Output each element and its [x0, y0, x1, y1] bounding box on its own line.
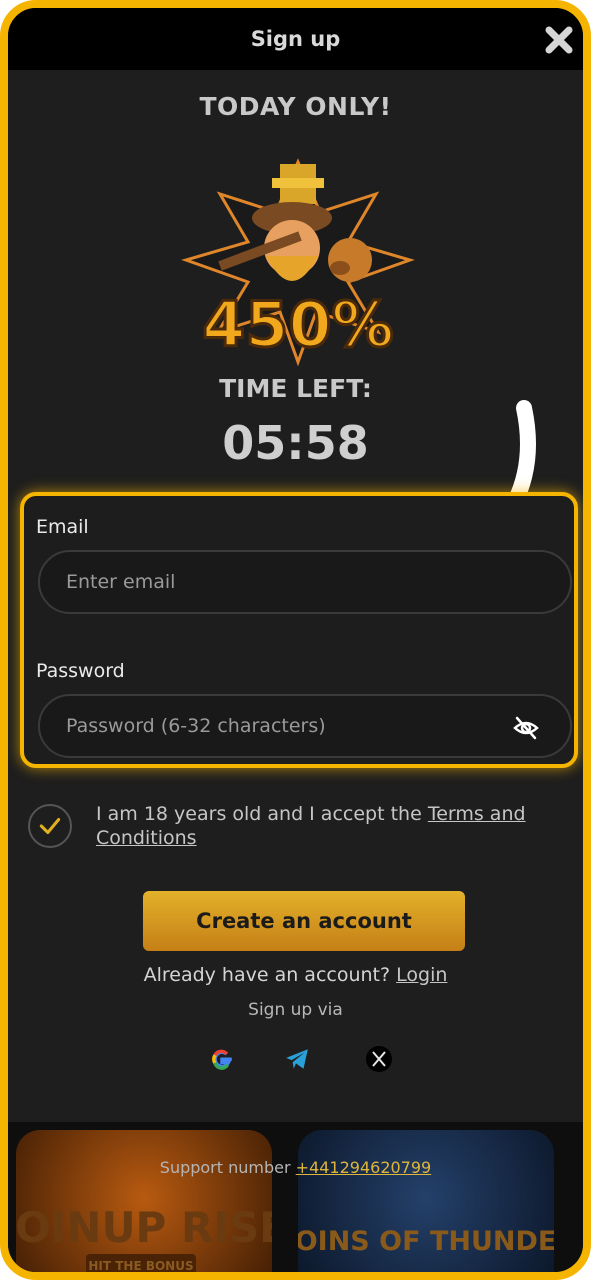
close-button[interactable]: [541, 22, 577, 58]
timer-label: TIME LEFT:: [219, 374, 372, 403]
coins-of-thunder-game-image: COINS OF THUNDER: [298, 1226, 554, 1257]
x-icon: [366, 1046, 392, 1072]
password-input[interactable]: [66, 715, 486, 737]
signup-form: Email Password: [20, 492, 578, 768]
terms-checkbox[interactable]: [28, 804, 72, 848]
footer-games: COINUP RISE HIT THE BONUS COINS OF THUND…: [8, 1122, 583, 1273]
consent-text: I am 18 years old and I accept the Terms…: [96, 802, 576, 850]
game-tile-coinup[interactable]: COINUP RISE HIT THE BONUS: [16, 1130, 272, 1273]
terms-consent-row: I am 18 years old and I accept the Terms…: [28, 802, 578, 858]
page-title: Sign up: [250, 27, 341, 51]
promo-headline: TODAY ONLY!: [199, 92, 392, 121]
x-signup-button[interactable]: [364, 1044, 394, 1074]
password-label: Password: [36, 660, 125, 682]
consent-label: I am 18 years old and I accept the: [96, 803, 428, 825]
email-label: Email: [36, 516, 89, 538]
game-tile-coins-of-thunder[interactable]: COINS OF THUNDER: [298, 1130, 554, 1272]
header-bar: Sign up: [8, 8, 583, 70]
email-input[interactable]: [66, 571, 486, 593]
google-signup-button[interactable]: [207, 1044, 237, 1074]
promo-bonus-image: 450%: [181, 158, 415, 367]
telegram-icon: [286, 1049, 308, 1069]
coinup-logo-text: COINUP RISE: [16, 1203, 272, 1252]
app-frame: Sign up TODAY ONLY! 450% TIME LEFT: 05:5…: [0, 0, 591, 1280]
google-icon: [212, 1049, 232, 1070]
create-account-button[interactable]: Create an account: [143, 891, 465, 951]
signup-via-label: Sign up via: [248, 1000, 343, 1020]
login-link[interactable]: Login: [396, 964, 447, 986]
bonus-percent-text: 450%: [202, 288, 394, 361]
login-prompt: Already have an account? Login: [8, 964, 583, 986]
checkmark-icon: [39, 817, 61, 835]
coinup-game-image: COINUP RISE HIT THE BONUS: [16, 1203, 272, 1273]
support-label: Support number: [159, 1158, 291, 1177]
support-phone-link[interactable]: +441294620799: [296, 1158, 432, 1177]
password-field-wrapper: [38, 694, 572, 758]
close-icon: [545, 26, 573, 54]
already-text: Already have an account?: [143, 964, 391, 986]
telegram-signup-button[interactable]: [282, 1044, 312, 1074]
coinup-subtitle-text: HIT THE BONUS: [88, 1259, 193, 1273]
email-field-wrapper: [38, 550, 572, 614]
support-line: Support number +441294620799: [8, 1158, 583, 1177]
eye-off-icon: [513, 716, 539, 740]
toggle-password-visibility-button[interactable]: [512, 714, 540, 742]
coins-of-thunder-logo-text: COINS OF THUNDER: [298, 1226, 554, 1257]
